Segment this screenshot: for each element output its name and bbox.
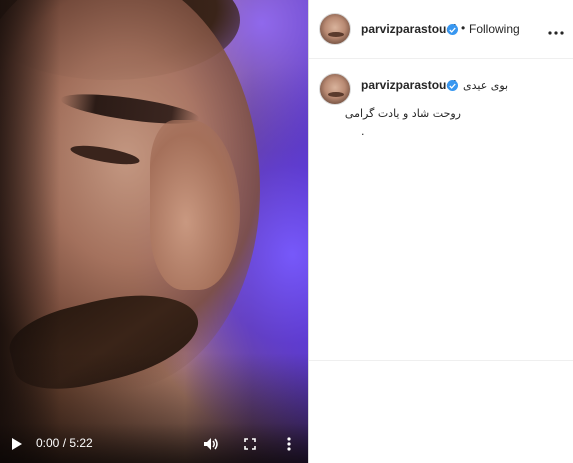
post-header: parvizparastouei • Following bbox=[309, 0, 573, 59]
more-vertical-icon bbox=[287, 437, 291, 451]
post-sidebar: parvizparastouei • Following parvizparas… bbox=[308, 0, 573, 463]
more-horizontal-icon bbox=[548, 31, 564, 35]
video-controls: 0:00 / 5:22 bbox=[0, 423, 308, 463]
volume-button[interactable] bbox=[202, 435, 220, 453]
caption-text-line2: روحت شاد و یادت گرامی bbox=[344, 107, 461, 120]
video-time: 0:00 / 5:22 bbox=[36, 436, 93, 450]
play-button[interactable] bbox=[8, 435, 26, 453]
divider bbox=[309, 360, 573, 361]
caption-text-line3: . bbox=[361, 125, 365, 138]
caption-avatar[interactable] bbox=[319, 73, 351, 105]
following-button[interactable]: Following bbox=[469, 22, 520, 36]
post-options-button[interactable] bbox=[548, 22, 564, 35]
video-player[interactable]: 0:00 / 5:22 bbox=[0, 0, 308, 463]
caption-text-line1: بوی عیدی bbox=[463, 79, 509, 92]
verified-badge-icon bbox=[447, 24, 458, 35]
fullscreen-button[interactable] bbox=[241, 435, 259, 453]
video-more-button[interactable] bbox=[280, 435, 298, 453]
play-icon bbox=[12, 438, 22, 450]
fullscreen-icon bbox=[244, 438, 256, 450]
volume-icon bbox=[204, 438, 218, 450]
header-username[interactable]: parvizparastouei bbox=[361, 22, 456, 36]
caption-username[interactable]: parvizparastouei bbox=[361, 78, 456, 92]
avatar[interactable] bbox=[319, 13, 351, 45]
header-separator: • bbox=[461, 21, 466, 35]
caption-verified-badge-icon bbox=[447, 80, 458, 91]
